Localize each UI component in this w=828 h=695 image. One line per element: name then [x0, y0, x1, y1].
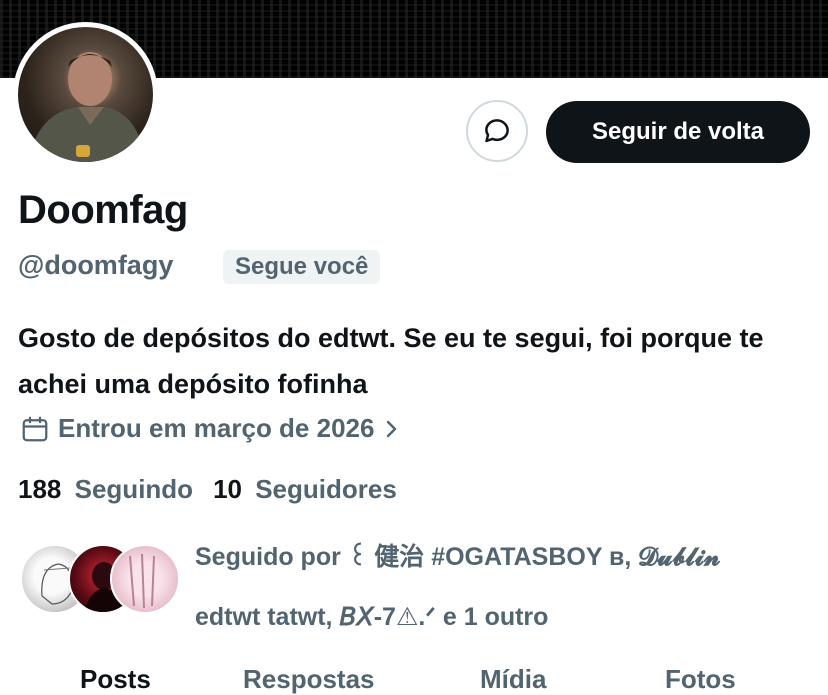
avatar[interactable] [18, 27, 153, 162]
avatar-image [28, 52, 146, 162]
tab-media[interactable]: Mídia [480, 664, 546, 695]
profile-stats: 188 Seguindo 10 Seguidores [18, 474, 417, 505]
avatar-image [129, 553, 155, 609]
calendar-icon [22, 416, 48, 441]
avatar-frame [13, 22, 158, 167]
profile-handle: @doomfagy [18, 250, 174, 280]
joined-date-label: Entrou em março de 2026 [58, 413, 375, 443]
profile-name: Doomfag [18, 188, 188, 232]
message-button[interactable] [466, 100, 528, 162]
joined-date[interactable]: Entrou em março de 2026 [20, 413, 408, 444]
profile-tabs: Posts Respostas Mídia Fotos [0, 652, 828, 695]
followers-count: 10 [213, 474, 242, 504]
profile-bio: Gosto de depósitos do edtwt. Se eu te se… [18, 323, 764, 399]
followers-label: Seguidores [255, 474, 397, 504]
following-count: 188 [18, 474, 62, 504]
tab-replies[interactable]: Respostas [243, 664, 375, 695]
tab-posts[interactable]: Posts [80, 664, 151, 695]
message-bubble-icon [485, 119, 509, 143]
followed-by-text[interactable]: Seguido por ꒰ 健治 #OGATASBOY ʙ, 𝓓𝓾𝓫𝓵𝓲𝓷 ed… [195, 527, 815, 647]
following-label: Seguindo [74, 474, 194, 504]
follower-avatar [110, 544, 180, 614]
followed-by-line-2: edtwt tatwt, 𝘉𝘟-7⚠.ᐟ e 1 outro [195, 603, 549, 631]
following-link[interactable]: 188 Seguindo [18, 474, 193, 505]
followed-by-line-1: Seguido por ꒰ 健治 #OGATASBOY ʙ, 𝓓𝓾𝓫𝓵𝓲𝓷 [195, 543, 721, 571]
tab-photos[interactable]: Fotos [665, 664, 736, 695]
follow-back-button[interactable]: Seguir de volta [546, 101, 810, 163]
followers-link[interactable]: 10 Seguidores [213, 474, 397, 505]
follows-you-badge: Segue você [223, 250, 381, 284]
chevron-right-icon [387, 420, 397, 437]
